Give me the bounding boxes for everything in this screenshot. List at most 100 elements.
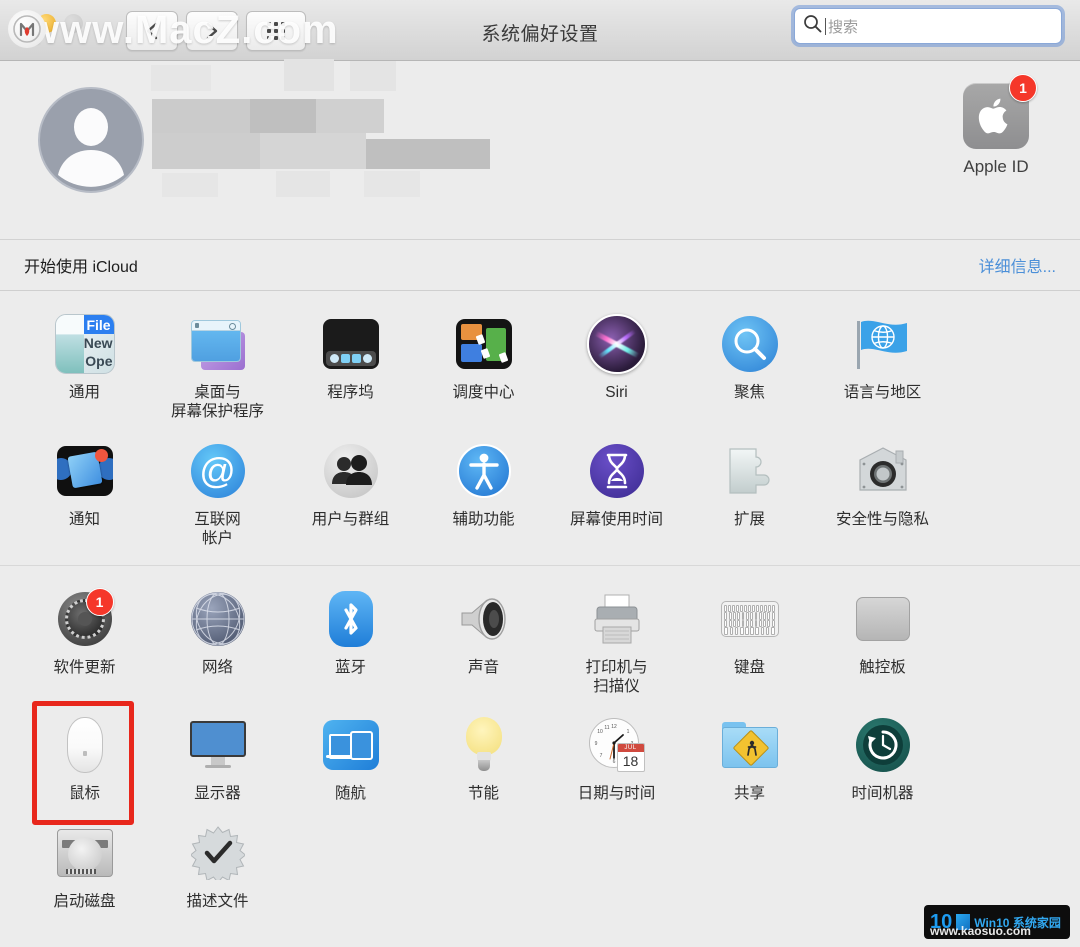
pref-label: Siri: [605, 384, 628, 401]
sidecar-icon: [318, 712, 384, 778]
pref-label: 软件更新: [53, 658, 116, 676]
pref-item-profiles[interactable]: 描述文件: [151, 814, 284, 922]
pref-item-screen-time[interactable]: 屏幕使用时间: [550, 432, 683, 559]
network-icon: [185, 586, 251, 652]
preferences-section-personal: File New Ope 通用 桌面与 屏幕保护程序 程序坞 调度中心 Siri…: [0, 291, 1080, 565]
apple-id-banner: 1 Apple ID: [0, 59, 1080, 239]
close-button[interactable]: [10, 14, 29, 33]
siri-icon: [584, 311, 650, 377]
pref-label: 显示器: [194, 785, 241, 803]
back-button[interactable]: [126, 11, 178, 51]
pref-item-notifications[interactable]: 通知: [18, 432, 151, 559]
pref-item-dock[interactable]: 程序坞: [284, 305, 417, 432]
icloud-details-link[interactable]: 详细信息...: [979, 253, 1056, 277]
pref-item-startup-disk[interactable]: 启动磁盘: [18, 814, 151, 922]
calendar-month: JUL: [617, 744, 644, 753]
pref-label: 辅助功能: [452, 510, 515, 528]
zoom-button[interactable]: [64, 14, 83, 33]
extensions-icon: [717, 438, 783, 504]
pref-item-extensions[interactable]: 扩展: [683, 432, 816, 559]
pref-label: 节能: [467, 785, 499, 803]
pref-item-language-region[interactable]: 语言与地区: [816, 305, 949, 432]
general-icon: File New Ope: [52, 311, 118, 377]
pref-item-desktop-screensaver[interactable]: 桌面与 屏幕保护程序: [151, 305, 284, 432]
pref-item-keyboard[interactable]: 键盘: [683, 580, 816, 707]
pref-label: 蓝牙: [334, 658, 366, 676]
pref-item-sharing[interactable]: 共享: [683, 706, 816, 814]
grid-icon: [267, 22, 285, 40]
notifications-icon: [52, 438, 118, 504]
pref-label: 通用: [68, 384, 100, 401]
pref-label: 日期与时间: [577, 785, 656, 803]
pref-label: 声音: [467, 658, 499, 676]
pref-item-bluetooth[interactable]: 蓝牙: [284, 580, 417, 707]
pref-item-accessibility[interactable]: 辅助功能: [417, 432, 550, 559]
pref-item-printers-scanners[interactable]: 打印机与 扫描仪: [550, 580, 683, 707]
dock-icon: [318, 311, 384, 377]
search-input[interactable]: 搜索: [794, 8, 1062, 44]
pref-label: 调度中心: [452, 384, 515, 401]
minimize-button[interactable]: [37, 14, 56, 33]
system-preferences-window: 系统偏好设置 搜索 www.MacZ.com 1 Apple ID 开始使用 i…: [0, 0, 1080, 947]
icloud-row: 开始使用 iCloud 详细信息...: [0, 239, 1080, 291]
svg-text:1: 1: [626, 729, 629, 735]
pref-item-users-groups[interactable]: 用户与群组: [284, 432, 417, 559]
calendar-day: 18: [622, 753, 639, 770]
pref-item-internet-accounts[interactable]: @ 互联网 帐户: [151, 432, 284, 559]
pref-label: 描述文件: [186, 893, 249, 911]
show-all-button[interactable]: [246, 11, 306, 51]
pref-label: 聚焦: [733, 384, 765, 401]
pref-label: 程序坞: [327, 384, 374, 401]
text-caret: [825, 17, 826, 35]
svg-text:11: 11: [604, 725, 609, 731]
date-time-icon: 1213 567 91011 JUL: [584, 712, 650, 778]
pref-item-displays[interactable]: 显示器: [151, 706, 284, 814]
pref-item-general[interactable]: File New Ope 通用: [18, 305, 151, 432]
pref-item-security-privacy[interactable]: 安全性与隐私: [816, 432, 949, 559]
pref-label: 语言与地区: [843, 384, 922, 401]
sharing-icon: [717, 712, 783, 778]
pref-item-network[interactable]: 网络: [151, 580, 284, 707]
window-traffic-lights: [10, 14, 83, 33]
preferences-section-hardware: 1 软件更新 网络 蓝牙 声音 打印机与 扫描仪 键盘 触控板 鼠标 显示器 随…: [0, 564, 1080, 929]
pref-item-time-machine[interactable]: 时间机器: [816, 706, 949, 814]
watermark-bottom: 10 Win10 系统家园 www.kaosuo.com: [924, 905, 1070, 939]
pref-label: 共享: [733, 785, 765, 803]
pref-item-date-time[interactable]: 1213 567 91011 JUL: [550, 706, 683, 814]
svg-text:6: 6: [612, 759, 615, 765]
software-update-badge: 1: [85, 587, 114, 616]
pref-item-mission-control[interactable]: 调度中心: [417, 305, 550, 432]
avatar[interactable]: [38, 87, 144, 193]
pref-item-trackpad[interactable]: 触控板: [816, 580, 949, 707]
pref-item-spotlight[interactable]: 聚焦: [683, 305, 816, 432]
pref-item-siri[interactable]: Siri: [550, 305, 683, 432]
pref-label: 打印机与 扫描仪: [585, 658, 648, 695]
navigation-buttons: [126, 11, 306, 51]
watermark-url-text: www.kaosuo.com: [930, 924, 1031, 938]
mouse-icon: [52, 712, 118, 778]
pref-item-sound[interactable]: 声音: [417, 580, 550, 707]
pref-item-energy-saver[interactable]: 节能: [417, 706, 550, 814]
apple-id-label: Apple ID: [963, 157, 1029, 176]
pref-label: 随航: [334, 785, 366, 803]
forward-button[interactable]: [186, 11, 238, 51]
pref-label: 时间机器: [851, 785, 914, 803]
desktop-screensaver-icon: [185, 311, 251, 377]
pref-label: 互联网 帐户: [194, 510, 241, 547]
users-groups-icon: [318, 438, 384, 504]
spotlight-icon: [717, 311, 783, 377]
pref-item-mouse[interactable]: 鼠标: [18, 701, 151, 826]
pref-item-sidecar[interactable]: 随航: [284, 706, 417, 814]
apple-id-button[interactable]: 1 Apple ID: [936, 74, 1056, 177]
trackpad-icon: [850, 586, 916, 652]
svg-text:9: 9: [594, 741, 597, 747]
screen-time-icon: [584, 438, 650, 504]
apple-logo-icon: 1: [963, 74, 1037, 149]
apple-id-badge: 1: [1009, 74, 1037, 102]
pref-item-software-update[interactable]: 1 软件更新: [18, 580, 151, 707]
preference-grid-personal: File New Ope 通用 桌面与 屏幕保护程序 程序坞 调度中心 Siri…: [0, 305, 1080, 559]
internet-accounts-icon: @: [185, 438, 251, 504]
time-machine-icon: [850, 712, 916, 778]
svg-text:7: 7: [599, 753, 602, 759]
security-privacy-icon: [850, 438, 916, 504]
